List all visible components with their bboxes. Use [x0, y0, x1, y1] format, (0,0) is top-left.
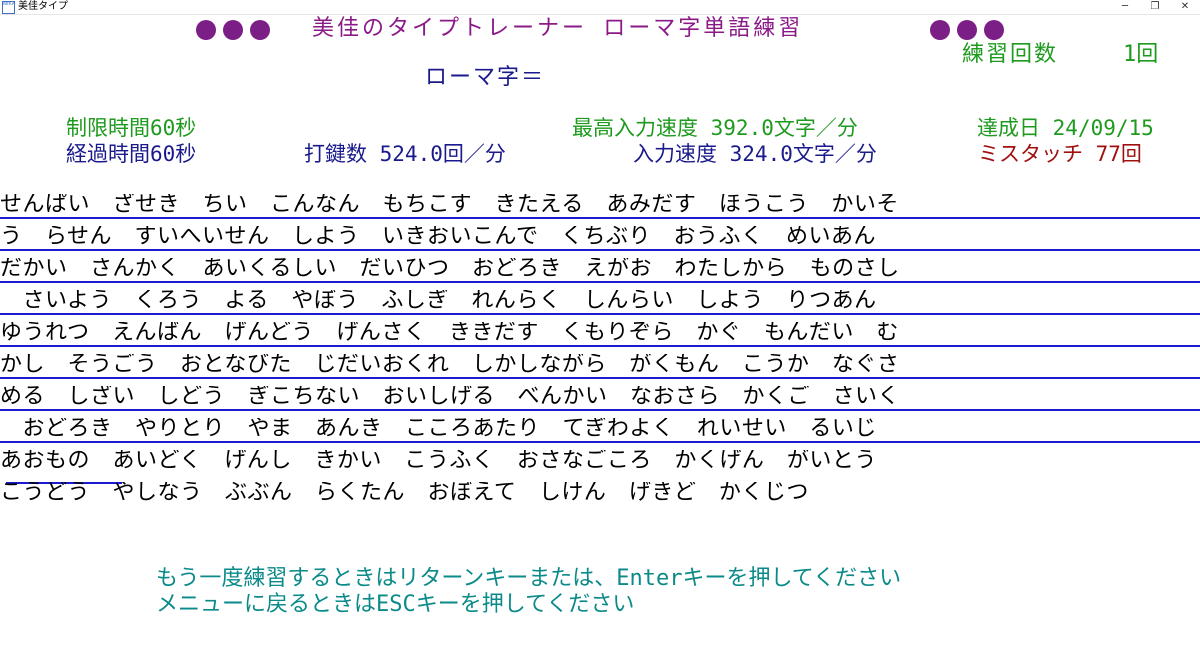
- row-divider-2: [0, 249, 1200, 251]
- row-divider-3: [0, 281, 1200, 283]
- row-divider-1: [0, 217, 1200, 219]
- retry-instruction: もう一度練習するときはリターンキーまたは、Enterキーを押してください: [156, 566, 902, 591]
- input-speed: 入力速度 324.0文字／分: [633, 142, 877, 166]
- practice-count-value: 1回: [1123, 42, 1159, 67]
- word-row-9: あおもの あいどく げんし きかい こうふく おさなごころ かくげん がいとう: [0, 450, 877, 473]
- decor-dot-left-3: [250, 20, 270, 40]
- maximize-icon: ❐: [1150, 1, 1160, 12]
- elapsed-time: 経過時間60秒: [66, 142, 197, 166]
- achieved-date: 達成日 24/09/15: [977, 116, 1154, 140]
- page-title: 美佳のタイプトレーナー ローマ字単語練習: [312, 16, 804, 41]
- minimize-button[interactable]: ─: [1110, 0, 1140, 14]
- maximize-button[interactable]: ❐: [1140, 0, 1170, 14]
- window-titlebar: MIKA 美佳タイプ ─ ❐ ✕: [0, 0, 1200, 15]
- window-title: 美佳タイプ: [18, 1, 68, 12]
- practice-count-label: 練習回数: [962, 42, 1059, 67]
- trainer-screen: 美佳のタイプトレーナー ローマ字単語練習 練習回数 1回 ローマ字＝ 制限時間6…: [0, 15, 1200, 645]
- decor-dot-left-2: [223, 20, 243, 40]
- close-icon: ✕: [1180, 1, 1190, 12]
- menu-instruction: メニューに戻るときはESCキーを押してください: [156, 592, 635, 617]
- romaji-prompt: ローマ字＝: [425, 65, 546, 90]
- decor-dot-right-1: [930, 20, 950, 40]
- mistouch-count: ミスタッチ 77回: [978, 142, 1142, 166]
- keystrokes: 打鍵数 524.0回／分: [304, 142, 506, 166]
- minimize-icon: ─: [1121, 1, 1129, 12]
- row-divider-4: [0, 313, 1200, 315]
- word-row-10: こうどう やしなう ぶぶん らくたん おぼえて しけん げきど かくじつ: [0, 482, 809, 505]
- decor-dot-right-3: [984, 20, 1004, 40]
- decor-dot-left-1: [196, 20, 216, 40]
- row-divider-8: [0, 441, 1200, 443]
- close-button[interactable]: ✕: [1170, 0, 1200, 14]
- row-divider-6: [0, 377, 1200, 379]
- row-divider-5: [0, 345, 1200, 347]
- row-divider-7: [0, 409, 1200, 411]
- decor-dot-right-2: [957, 20, 977, 40]
- time-limit: 制限時間60秒: [66, 116, 197, 140]
- best-speed: 最高入力速度 392.0文字／分: [572, 116, 858, 140]
- app-icon: MIKA: [2, 1, 15, 14]
